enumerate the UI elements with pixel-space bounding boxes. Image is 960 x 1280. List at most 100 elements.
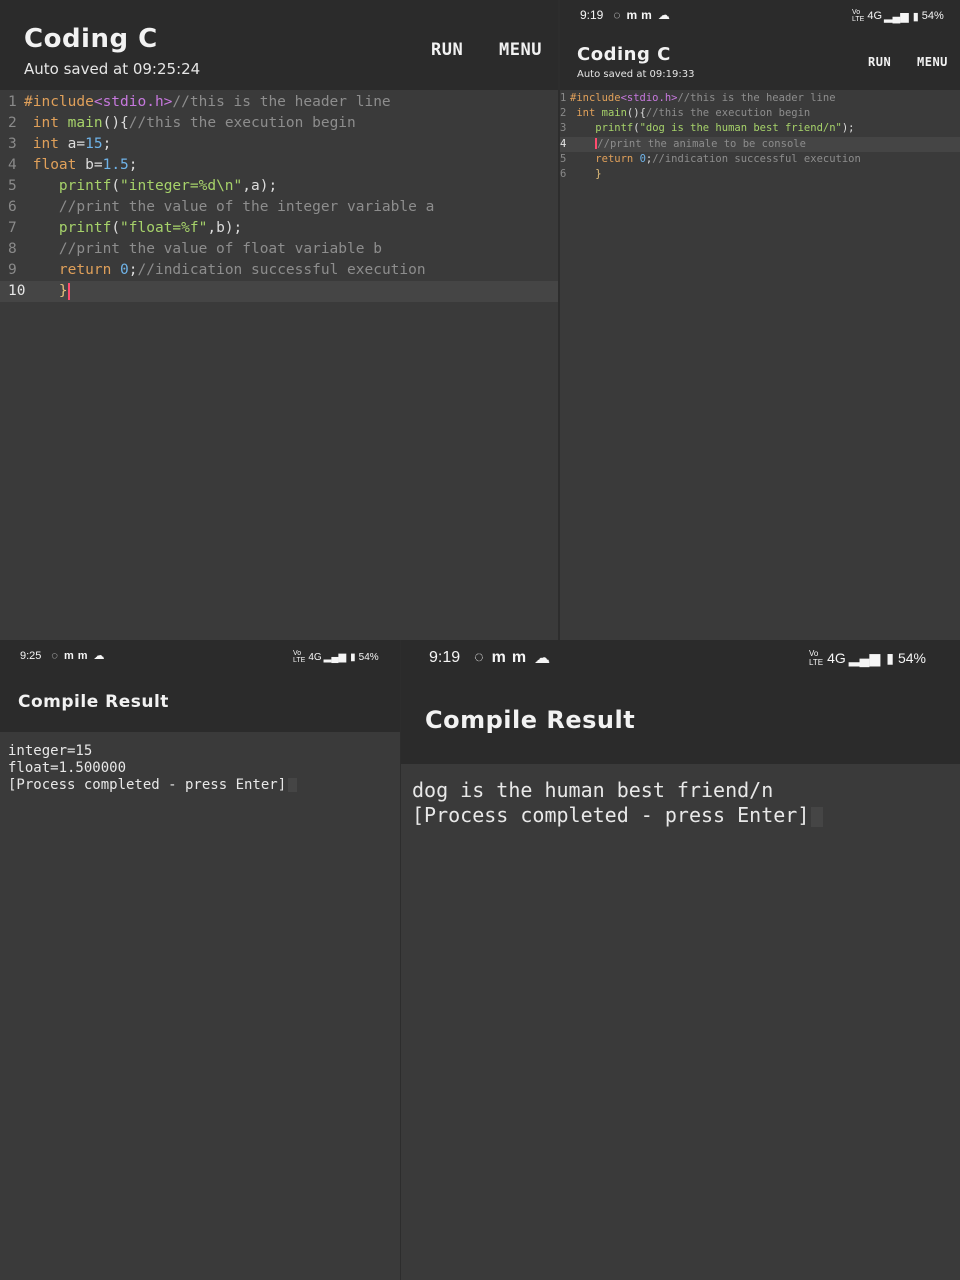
output-line: [Process completed - press Enter]: [8, 777, 392, 794]
whatsapp-icon: ◌: [613, 8, 621, 22]
code-line[interactable]: 4 //print the animale to be console: [560, 136, 960, 152]
status-bar: 9:19 ◌ m m ☁ Vo LTE 4G ▂▄▆ ▮ 54%: [401, 640, 960, 676]
network-type: 4G: [308, 651, 322, 663]
gmail-icon: m: [63, 649, 74, 662]
menu-button[interactable]: MENU: [499, 40, 542, 60]
line-number: 2: [560, 107, 567, 120]
code-token: //indication successful execution: [652, 152, 861, 165]
cloud-icon: ☁: [93, 650, 105, 662]
code-token: }: [595, 167, 602, 180]
code-token: a=: [58, 136, 86, 152]
code-line[interactable]: 5 return 0;//indication successful execu…: [560, 152, 960, 167]
code-token: "float=%f": [120, 220, 208, 236]
code-token: printf: [595, 122, 634, 135]
code-line[interactable]: 10 }: [0, 281, 558, 302]
code-line[interactable]: 1 #include<stdio.h>//this is the header l…: [560, 91, 960, 106]
line-code: int main(){//this the execution begin: [24, 113, 356, 134]
code-line[interactable]: 2 int main(){//this the execution begin: [560, 106, 960, 121]
run-button[interactable]: RUN: [431, 40, 463, 60]
line-code: printf("float=%f",b);: [24, 218, 242, 239]
code-token: "dog is the human best friend/n": [639, 122, 842, 135]
line-code: }: [570, 167, 602, 182]
line-number: 8: [8, 241, 17, 257]
compile-output[interactable]: integer=15 float=1.500000 [Process complet…: [0, 732, 400, 805]
line-code: //print the animale to be console: [570, 137, 806, 152]
line-code: printf("integer=%d\n",a);: [24, 176, 277, 197]
line-number: 5: [8, 178, 17, 194]
line-code: //print the value of the integer variabl…: [24, 197, 434, 218]
code-token: //print the value of the integer variabl…: [58, 199, 435, 215]
line-code: printf("dog is the human best friend/n")…: [570, 121, 854, 136]
volte-icon: Vo LTE: [293, 650, 306, 664]
battery-icon: ▮: [912, 10, 919, 23]
line-number: 1: [8, 94, 17, 110]
app-title: Coding C: [577, 44, 671, 65]
code-line[interactable]: 5 printf("integer=%d\n",a);: [0, 176, 558, 197]
app-bar: Compile Result: [0, 674, 400, 732]
code-line[interactable]: 9 return 0;//indication successful execu…: [0, 260, 558, 281]
line-code: //print the value of float variable b: [24, 239, 382, 260]
code-token: //this is the header line: [677, 92, 836, 104]
input-caret: [811, 806, 824, 827]
code-line[interactable]: 8 //print the value of float variable b: [0, 239, 558, 260]
code-line[interactable]: 3 int a=15;: [0, 134, 558, 155]
code-token: <stdio.h>: [620, 92, 678, 104]
battery-level: 54%: [897, 650, 926, 666]
code-token: return: [58, 262, 112, 278]
gmail-icon: m: [626, 8, 638, 22]
compile-output[interactable]: dog is the human best friend/n [Process c…: [401, 764, 960, 842]
cloud-icon: ☁: [657, 8, 670, 22]
code-token: }: [58, 283, 68, 299]
code-token: printf: [58, 220, 112, 236]
editor-screen-small: 9:19 ◌ m m ☁ Vo LTE 4G ▂▄▆ ▮ 54% Coding C…: [560, 0, 960, 640]
signal-icon: ▂▄▆: [884, 10, 909, 23]
code-line[interactable]: 1 #include<stdio.h>//this is the header l…: [0, 92, 558, 113]
status-bar: 9:25 ◌ m m ☁ Vo LTE 4G ▂▄▆ ▮ 54%: [0, 640, 400, 674]
run-button[interactable]: RUN: [868, 55, 891, 69]
output-text: [Process completed - press Enter]: [8, 777, 287, 793]
app-bar: Compile Result: [401, 676, 960, 764]
line-number: 3: [560, 122, 567, 135]
output-line: [Process completed - press Enter]: [412, 803, 949, 828]
battery-icon: ▮: [350, 651, 356, 663]
line-number: 9: [8, 262, 17, 278]
code-token: //this the execution begin: [128, 115, 356, 131]
code-line[interactable]: 7 printf("float=%f",b);: [0, 218, 558, 239]
code-line[interactable]: 6 }: [560, 167, 960, 182]
code-line[interactable]: 3 printf("dog is the human best friend/n…: [560, 121, 960, 136]
code-editor[interactable]: 1 #include<stdio.h>//this is the header l…: [560, 90, 960, 182]
code-token: #include: [24, 94, 94, 110]
code-token: ;: [128, 262, 138, 278]
line-number: 6: [560, 167, 567, 180]
code-token: (: [111, 220, 121, 236]
code-editor[interactable]: 1 #include<stdio.h>//this is the header l…: [0, 90, 558, 302]
code-line[interactable]: 2 int main(){//this the execution begin: [0, 113, 558, 134]
line-number: 1: [560, 92, 567, 104]
code-token: 15: [85, 136, 103, 152]
code-token: main: [67, 115, 103, 131]
code-line[interactable]: 6 //print the value of the integer varia…: [0, 197, 558, 218]
line-code: int main(){//this the execution begin: [570, 106, 810, 121]
code-token: //print the value of float variable b: [58, 241, 382, 257]
battery-level: 54%: [358, 651, 379, 663]
output-line: float=1.500000: [8, 760, 392, 777]
code-token: return: [595, 152, 634, 165]
code-line[interactable]: 4 float b=1.5;: [0, 155, 558, 176]
output-line: integer=15: [8, 743, 392, 760]
gmail-icon: m: [77, 649, 88, 662]
code-token: //this the execution begin: [645, 107, 811, 120]
line-code: return 0;//indication successful executi…: [24, 260, 426, 281]
line-code: #include<stdio.h>//this is the header li…: [24, 92, 391, 113]
status-bar: 9:19 ◌ m m ☁ Vo LTE 4G ▂▄▆ ▮ 54%: [560, 0, 960, 34]
menu-button[interactable]: MENU: [917, 55, 948, 69]
